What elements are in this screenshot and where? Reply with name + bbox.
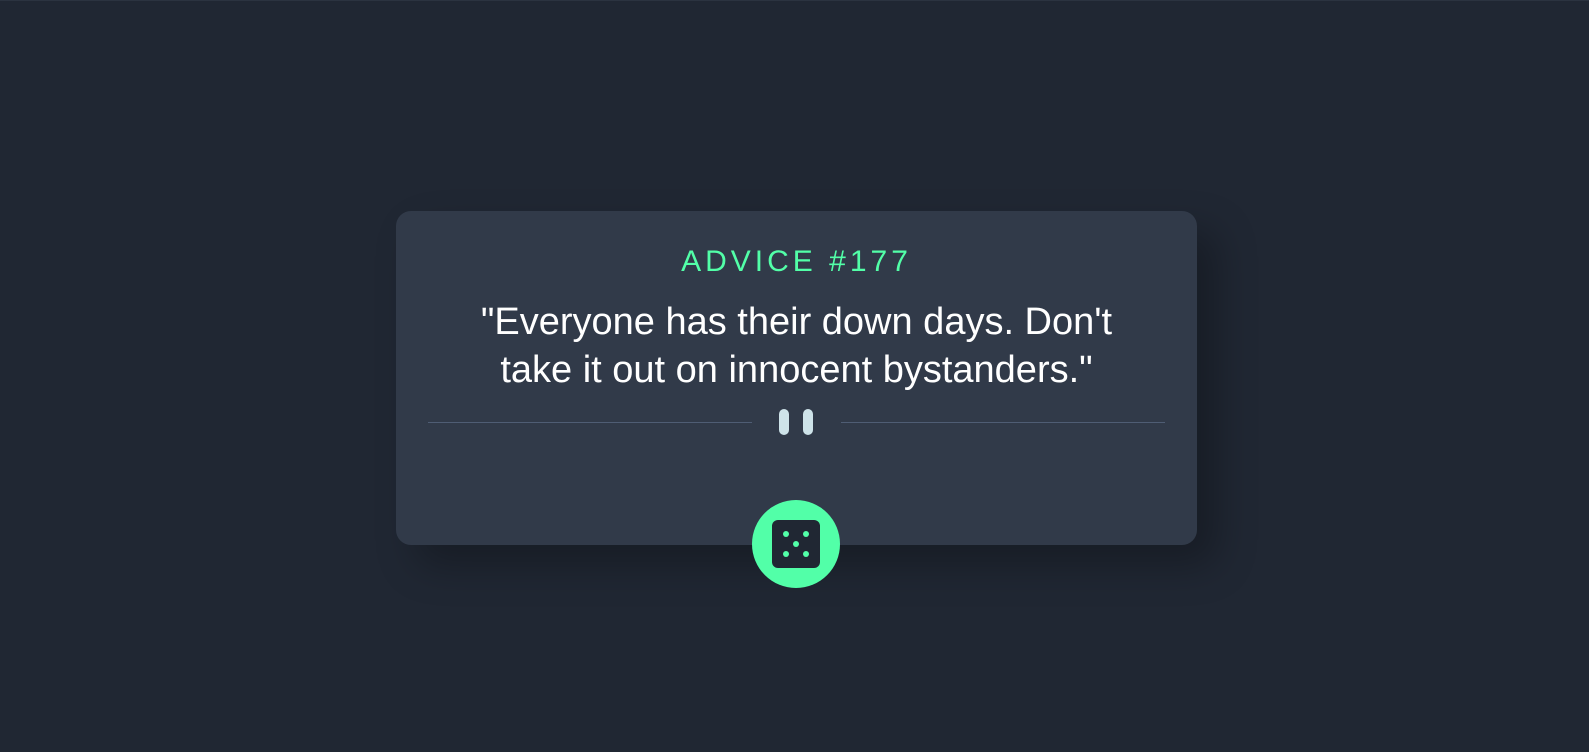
top-border bbox=[0, 0, 1589, 1]
divider-line-right bbox=[841, 422, 1165, 423]
divider-line-left bbox=[428, 422, 752, 423]
divider bbox=[428, 407, 1165, 437]
new-advice-button[interactable] bbox=[752, 500, 840, 588]
advice-id-label: ADVICE #177 bbox=[681, 245, 912, 278]
advice-card: ADVICE #177 "Everyone has their down day… bbox=[396, 211, 1197, 545]
advice-quote: "Everyone has their down days. Don't tak… bbox=[480, 301, 1113, 391]
dice-icon bbox=[772, 520, 820, 568]
pause-icon bbox=[779, 409, 814, 435]
